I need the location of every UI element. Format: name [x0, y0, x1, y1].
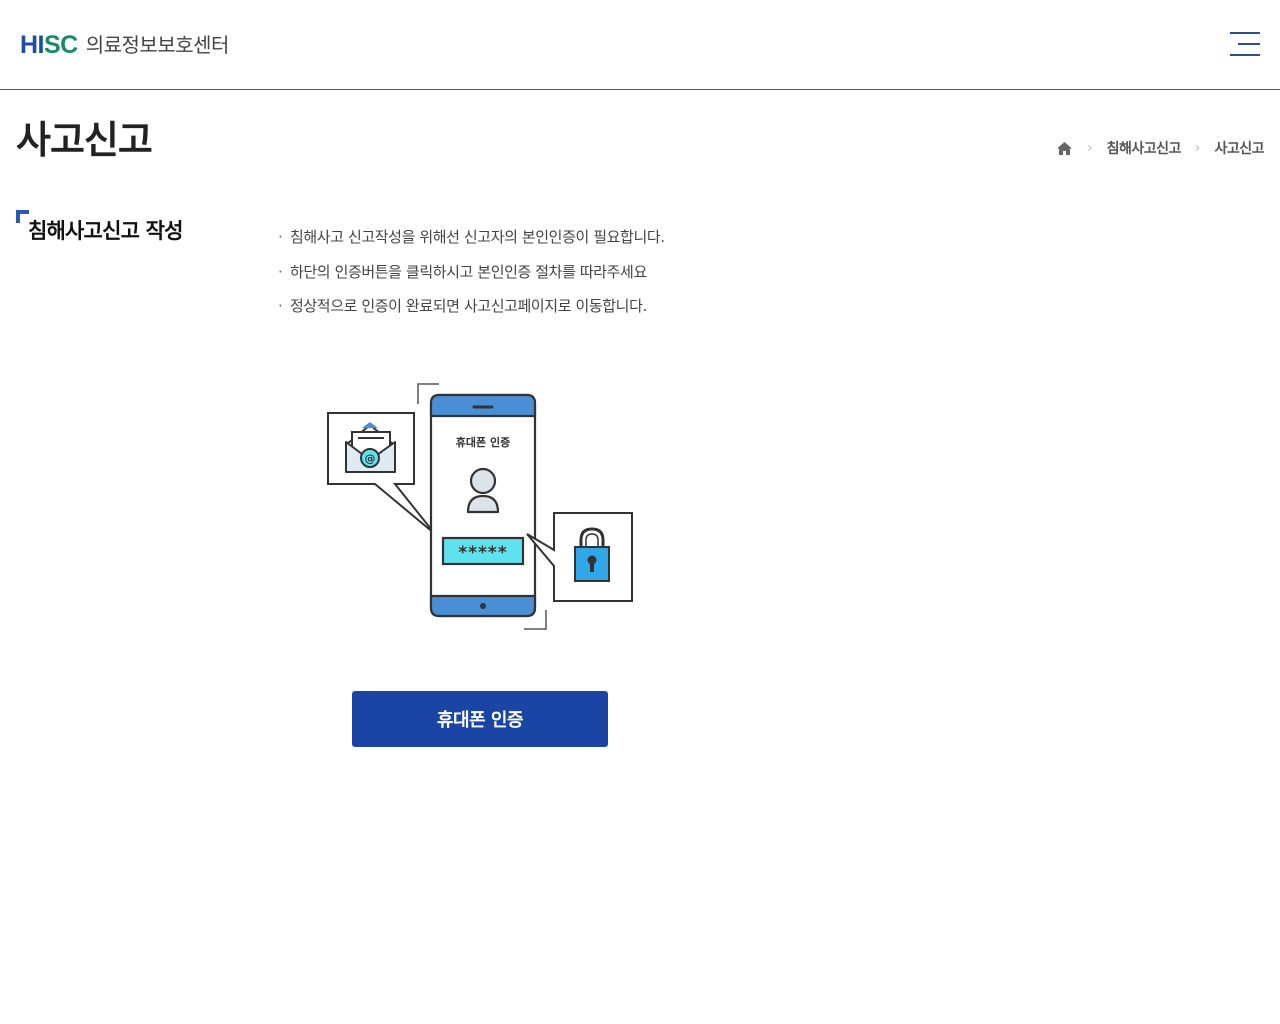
logo-text: 의료정보보호센터 [85, 33, 230, 57]
lock-bubble [526, 512, 633, 602]
chevron-right-icon: › [1086, 140, 1093, 156]
logo-mark: HISC [20, 30, 78, 60]
phone-auth-button[interactable]: 휴대폰 인증 [352, 691, 608, 747]
breadcrumb-item-report[interactable]: 사고신고 [1214, 138, 1264, 158]
section-corner-mark [16, 210, 29, 223]
chevron-right-icon: › [1194, 140, 1201, 156]
notice-list: 침해사고 신고작성을 위해선 신고자의 본인인증이 필요합니다. 하단의 인증버… [278, 220, 665, 324]
page-title: 사고신고 [16, 118, 153, 162]
breadcrumb-item-incident[interactable]: 침해사고신고 [1107, 138, 1182, 158]
menu-line [1230, 54, 1260, 56]
phone-shape: 휴대폰 인증 ***** [429, 393, 537, 618]
notice-item: 하단의 인증버튼을 클릭하시고 본인인증 절차를 따라주세요 [278, 255, 665, 290]
site-logo[interactable]: HISC 의료정보보호센터 [20, 30, 229, 60]
section-title: 침해사고신고 작성 [16, 210, 183, 252]
menu-line [1230, 32, 1260, 34]
notice-item: 침해사고 신고작성을 위해선 신고자의 본인인증이 필요합니다. [278, 220, 665, 255]
hamburger-menu-icon[interactable] [1228, 32, 1260, 58]
site-header: HISC 의료정보보호센터 [0, 0, 1280, 90]
email-bubble: @ [327, 412, 436, 535]
section-title-text: 침해사고신고 작성 [28, 219, 183, 243]
phone-auth-label: 휴대폰 인증 [456, 435, 510, 449]
logo-mark-sc: SC [44, 31, 78, 59]
phone-auth-illustration: @ 휴대폰 인증 ***** [325, 380, 637, 632]
menu-line [1238, 43, 1260, 45]
notice-item: 정상적으로 인증이 완료되면 사고신고페이지로 이동합니다. [278, 289, 665, 324]
home-icon[interactable] [1056, 141, 1073, 156]
email-at-symbol: @ [365, 452, 376, 465]
logo-mark-hi: HI [20, 31, 45, 59]
breadcrumb: › 침해사고신고 › 사고신고 [1056, 138, 1264, 158]
password-mask: ***** [458, 543, 507, 563]
